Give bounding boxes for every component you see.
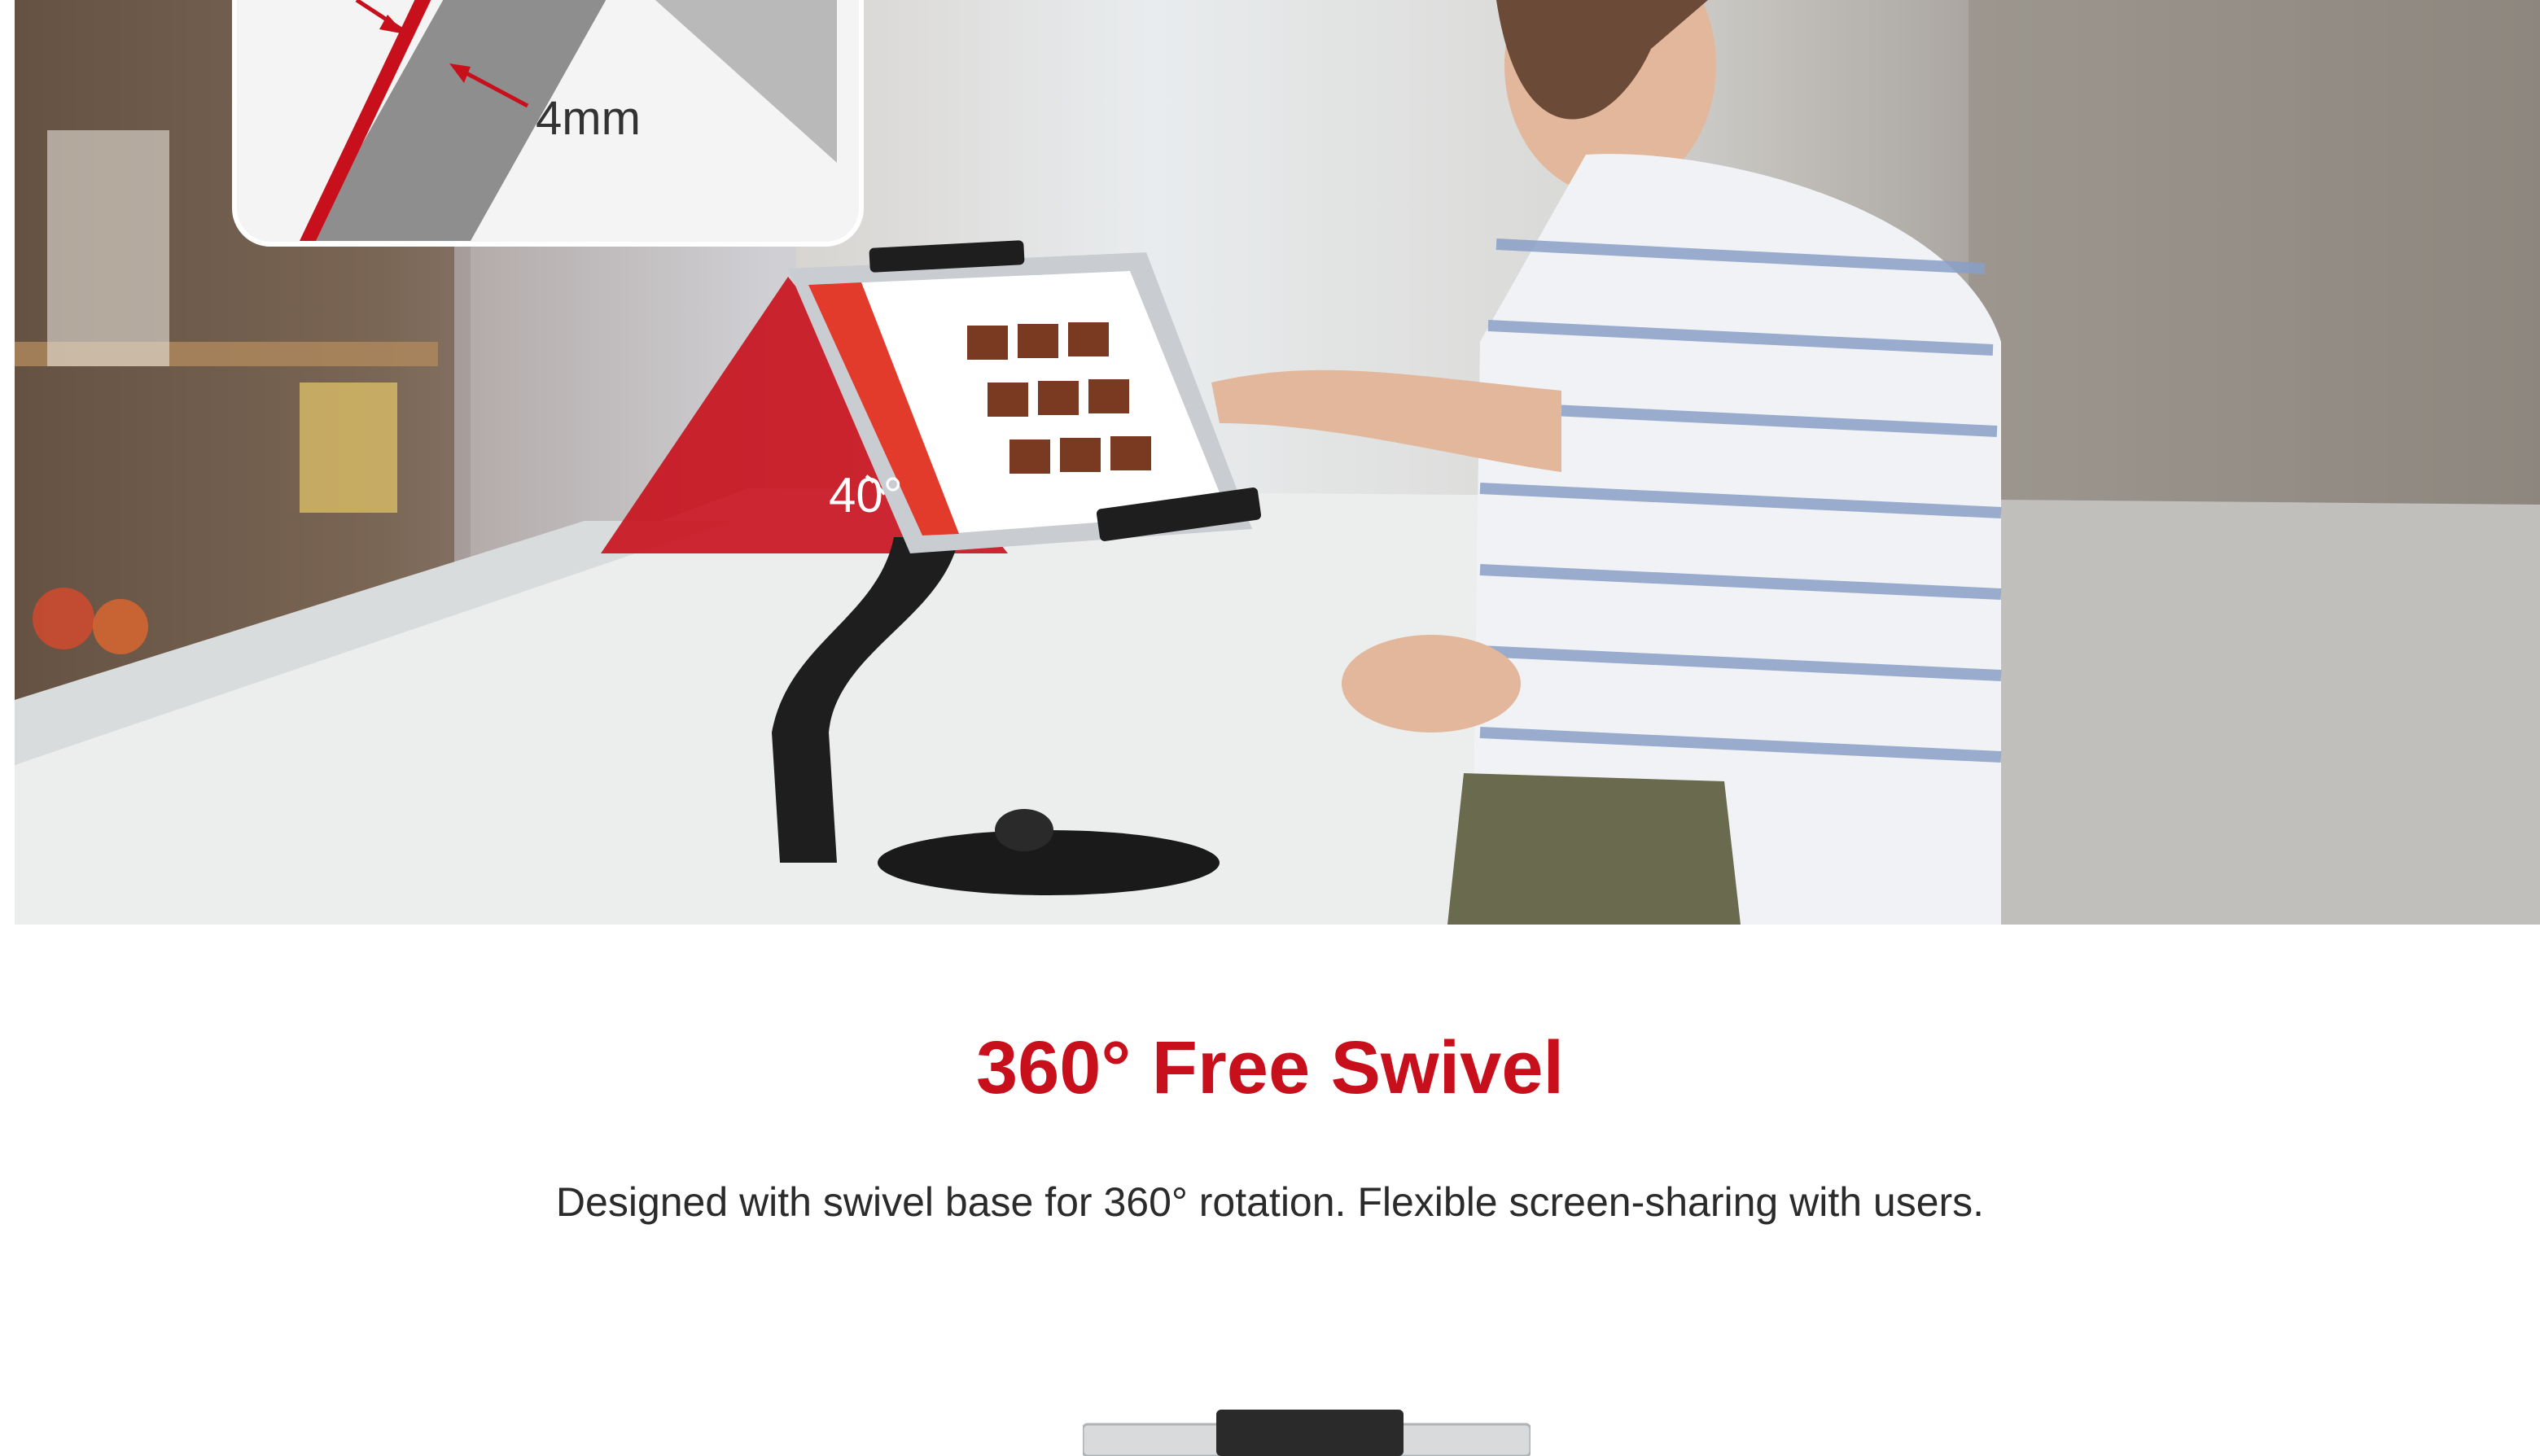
fruit bbox=[93, 599, 148, 654]
feature-title: 360° Free Swivel bbox=[975, 1026, 1565, 1109]
cups-stack bbox=[47, 130, 169, 366]
feature-description: Designed with swivel base for 360° rotat… bbox=[555, 1179, 1985, 1225]
next-product-image bbox=[1083, 1408, 1531, 1456]
woman-arm bbox=[1211, 369, 1561, 472]
fruit bbox=[33, 588, 94, 649]
swivel-knob bbox=[995, 809, 1053, 851]
hero-illustration bbox=[15, 0, 2540, 925]
hero-photo: 4mm 40° bbox=[15, 0, 2540, 925]
callout-measure-label: 4mm bbox=[536, 92, 641, 145]
woman-skirt bbox=[1447, 773, 1741, 925]
tablet-top-preview bbox=[1083, 1410, 1531, 1456]
tilt-angle-label: 40° bbox=[829, 468, 903, 522]
woman-hands bbox=[1342, 635, 1521, 732]
background-kitchen bbox=[1968, 0, 2540, 925]
bottles bbox=[300, 383, 397, 513]
